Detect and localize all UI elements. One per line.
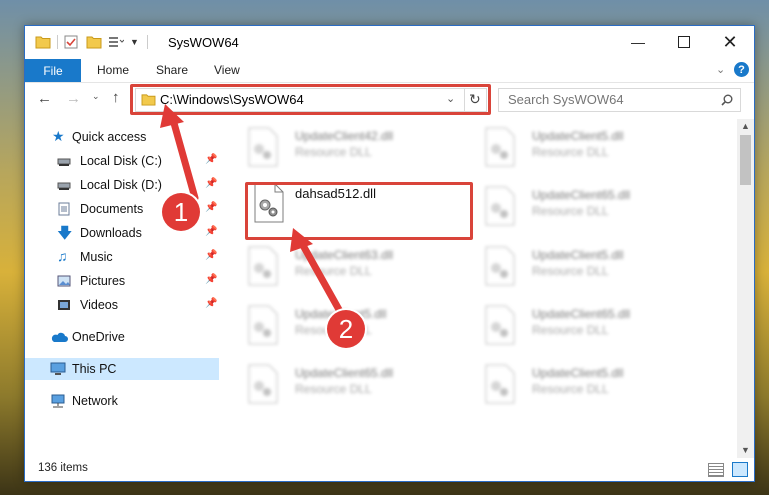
arrow-2 [296, 236, 346, 319]
arrow-1 [168, 112, 199, 202]
annotation-arrows [160, 104, 346, 319]
step-badge-1: 1 [162, 193, 200, 231]
step-badge-2: 2 [327, 310, 365, 348]
arrow-1-head [160, 104, 184, 128]
